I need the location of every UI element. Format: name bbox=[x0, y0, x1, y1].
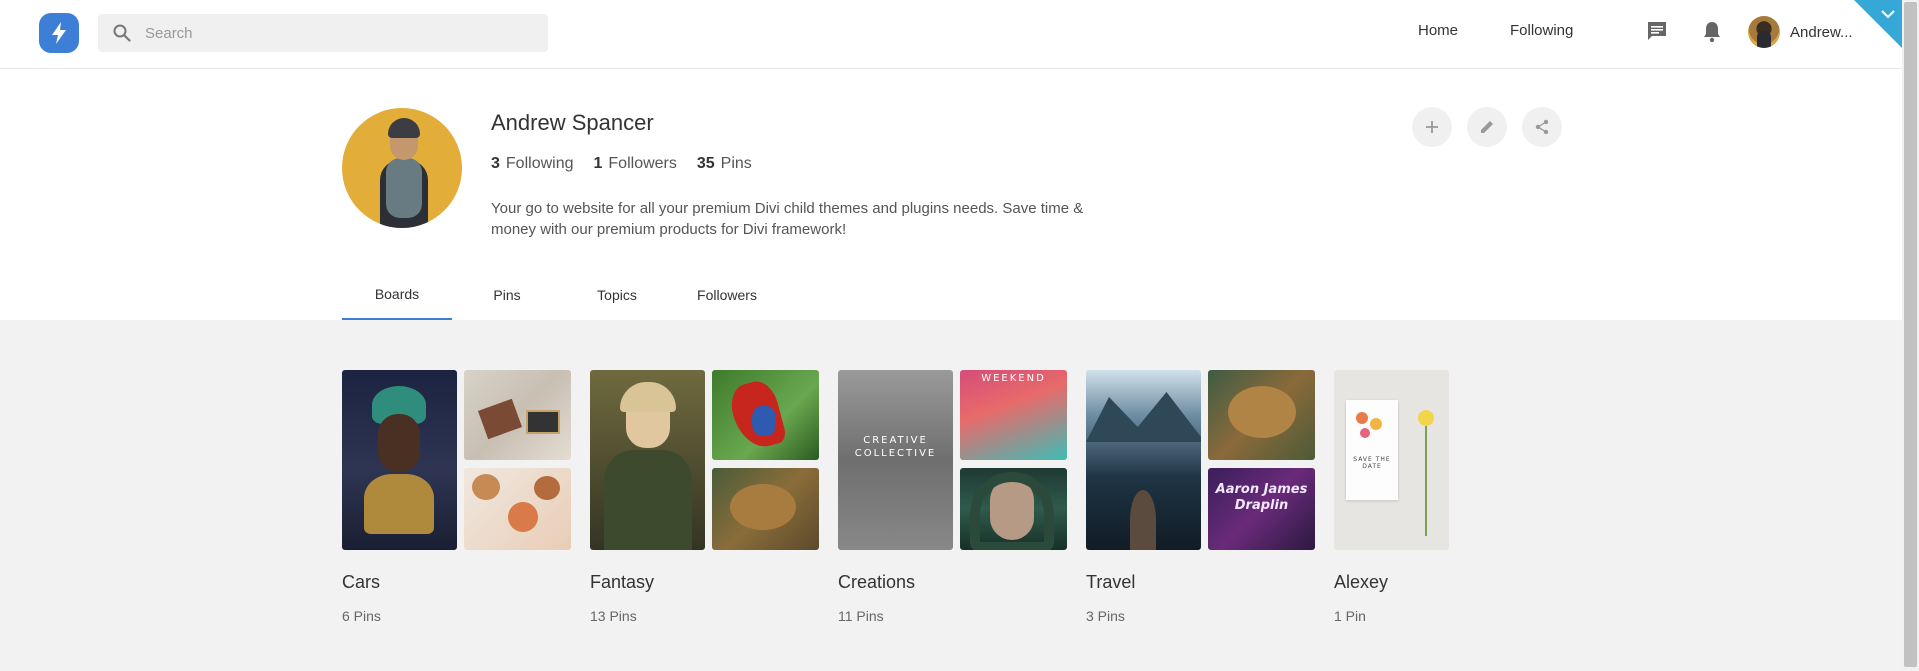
board-thumbnail: SAVE THE DATE bbox=[1334, 370, 1449, 550]
top-bar: Home Following Andrew... bbox=[0, 0, 1902, 69]
user-menu[interactable]: Andrew... bbox=[1748, 16, 1853, 48]
board-thumbnail bbox=[464, 468, 571, 550]
board-thumbnail: Aaron James Draplin bbox=[1208, 468, 1315, 550]
bell-icon[interactable] bbox=[1702, 20, 1722, 49]
avatar bbox=[1748, 16, 1780, 48]
stat-pins[interactable]: 35 Pins bbox=[697, 155, 752, 173]
edit-button[interactable] bbox=[1467, 107, 1507, 147]
stat-following[interactable]: 3 Following bbox=[491, 155, 574, 173]
tab-followers[interactable]: Followers bbox=[672, 270, 782, 320]
board-thumbnail bbox=[960, 468, 1067, 550]
board-thumbnail bbox=[1208, 370, 1315, 460]
board-thumbnail bbox=[712, 468, 819, 550]
profile-avatar bbox=[342, 108, 462, 228]
board-title[interactable]: Alexey bbox=[1334, 572, 1388, 593]
profile-tabs: Boards Pins Topics Followers bbox=[342, 270, 782, 320]
scrollbar[interactable] bbox=[1902, 0, 1919, 671]
edit-icon bbox=[1481, 121, 1493, 133]
share-icon bbox=[1535, 119, 1549, 135]
board-pin-count: 6 Pins bbox=[342, 608, 381, 624]
nav-following-link[interactable]: Following bbox=[1510, 22, 1573, 39]
chevron-down-icon[interactable] bbox=[1880, 6, 1896, 24]
profile-name: Andrew Spancer bbox=[491, 110, 654, 135]
tab-pins[interactable]: Pins bbox=[452, 270, 562, 320]
board-thumbnail: WEEKEND bbox=[960, 370, 1067, 460]
board-pin-count: 3 Pins bbox=[1086, 608, 1125, 624]
add-button[interactable] bbox=[1412, 107, 1452, 147]
tab-topics[interactable]: Topics bbox=[562, 270, 672, 320]
board-title[interactable]: Travel bbox=[1086, 572, 1135, 593]
add-icon bbox=[1426, 121, 1438, 133]
search-icon bbox=[113, 24, 131, 42]
scrollbar-thumb[interactable] bbox=[1904, 2, 1917, 667]
profile-stats: 3 Following 1 Followers 35 Pins bbox=[491, 155, 772, 173]
board-pin-count: 13 Pins bbox=[590, 608, 637, 624]
board-title[interactable]: Creations bbox=[838, 572, 915, 593]
search-bar[interactable] bbox=[98, 14, 548, 52]
nav-home-link[interactable]: Home bbox=[1418, 22, 1458, 39]
board-thumbnail bbox=[712, 370, 819, 460]
boards-grid: Cars 6 Pins Fantasy 13 Pins CREATIVE COL… bbox=[0, 320, 1902, 671]
chat-icon[interactable] bbox=[1646, 20, 1668, 47]
board-title[interactable]: Cars bbox=[342, 572, 380, 593]
share-button[interactable] bbox=[1522, 107, 1562, 147]
user-name: Andrew... bbox=[1790, 23, 1853, 41]
profile-bio: Your go to website for all your premium … bbox=[491, 200, 1084, 238]
board-title[interactable]: Fantasy bbox=[590, 572, 654, 593]
tab-boards[interactable]: Boards bbox=[342, 270, 452, 320]
stat-followers[interactable]: 1 Followers bbox=[594, 155, 677, 173]
board-thumbnail bbox=[1086, 370, 1201, 550]
board-pin-count: 11 Pins bbox=[838, 608, 884, 624]
search-input[interactable] bbox=[143, 23, 527, 43]
board-thumbnail bbox=[590, 370, 705, 550]
board-pin-count: 1 Pin bbox=[1334, 608, 1366, 624]
board-thumbnail bbox=[464, 370, 571, 460]
bolt-logo-icon[interactable] bbox=[39, 13, 79, 53]
board-thumbnail bbox=[342, 370, 457, 550]
board-thumbnail: CREATIVE COLLECTIVE bbox=[838, 370, 953, 550]
